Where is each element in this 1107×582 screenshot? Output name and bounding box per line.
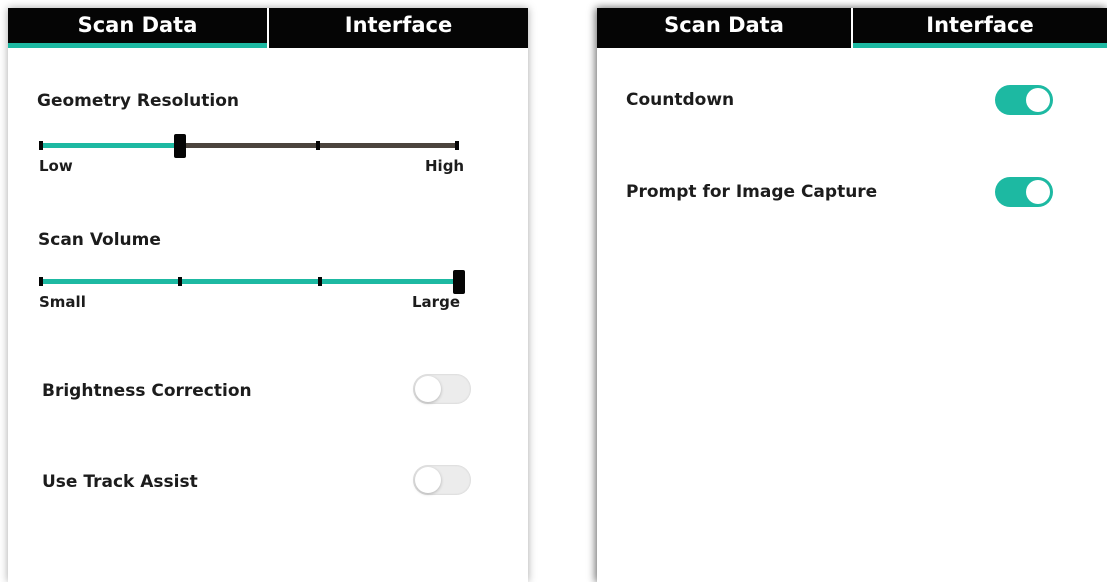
slider-tick: [455, 141, 459, 150]
scan-volume-label: Scan Volume: [38, 230, 161, 250]
brightness-correction-label: Brightness Correction: [42, 381, 252, 401]
slider-fill: [41, 279, 459, 284]
slider-fill: [41, 143, 180, 148]
tab-interface[interactable]: Interface: [851, 8, 1107, 48]
scan-data-panel: Scan Data Interface Geometry Resolution …: [8, 8, 528, 582]
tab-bar: Scan Data Interface: [8, 8, 528, 48]
slider-max-label: High: [425, 157, 465, 175]
tab-label: Scan Data: [77, 13, 198, 37]
slider-tick: [178, 277, 183, 286]
tab-interface[interactable]: Interface: [267, 8, 528, 48]
slider-tick: [316, 141, 321, 150]
use-track-assist-label: Use Track Assist: [42, 472, 198, 492]
scan-volume-slider[interactable]: [39, 270, 465, 294]
slider-tick: [39, 141, 43, 150]
tab-bar: Scan Data Interface: [597, 8, 1107, 48]
slider-max-label: Large: [412, 293, 460, 311]
toggle-knob: [415, 376, 441, 402]
tab-label: Interface: [926, 13, 1034, 37]
tab-scan-data[interactable]: Scan Data: [597, 8, 851, 48]
use-track-assist-toggle[interactable]: [413, 465, 471, 495]
brightness-correction-toggle[interactable]: [413, 374, 471, 404]
active-tab-indicator: [853, 43, 1107, 48]
slider-tick: [317, 277, 322, 286]
slider-thumb[interactable]: [453, 270, 465, 294]
tab-label: Scan Data: [664, 13, 784, 37]
active-tab-indicator: [8, 43, 267, 48]
slider-thumb[interactable]: [173, 134, 186, 158]
prompt-image-capture-label: Prompt for Image Capture: [626, 182, 878, 202]
tab-scan-data[interactable]: Scan Data: [8, 8, 267, 48]
slider-min-label: Low: [39, 157, 73, 175]
geometry-resolution-label: Geometry Resolution: [37, 91, 239, 111]
slider-min-label: Small: [39, 293, 86, 311]
tab-label: Interface: [344, 13, 453, 37]
prompt-image-capture-toggle[interactable]: [995, 177, 1053, 207]
geometry-resolution-slider[interactable]: [39, 134, 459, 158]
countdown-label: Countdown: [626, 90, 735, 110]
slider-tick: [39, 277, 43, 286]
toggle-knob: [1026, 88, 1050, 112]
toggle-knob: [1026, 180, 1050, 204]
interface-panel: Scan Data Interface Countdown Prompt for…: [597, 8, 1107, 582]
toggle-knob: [415, 467, 441, 493]
countdown-toggle[interactable]: [995, 85, 1053, 115]
